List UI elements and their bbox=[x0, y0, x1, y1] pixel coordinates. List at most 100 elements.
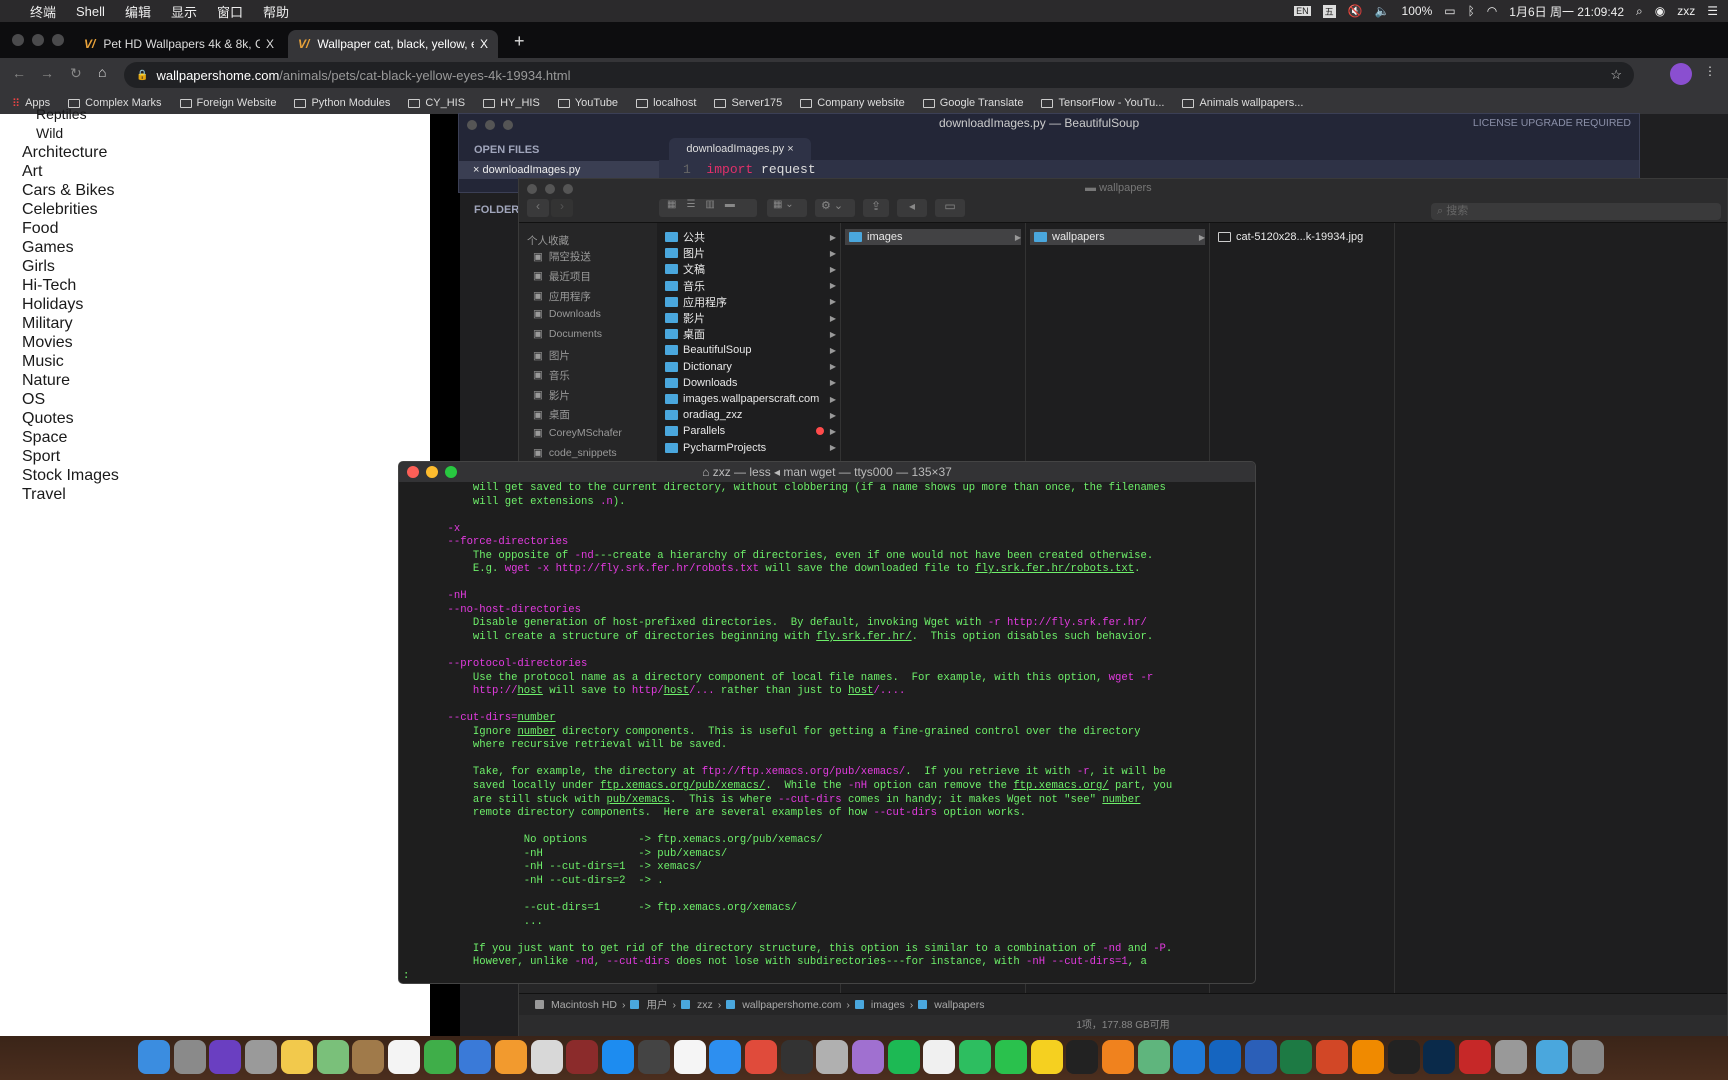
bookmark-item[interactable]: Google Translate bbox=[922, 97, 1023, 109]
sidebar-item[interactable]: ▣ 影片 bbox=[533, 388, 570, 403]
siri-icon[interactable]: ◉ bbox=[1655, 4, 1665, 18]
bookmark-item[interactable]: localhost bbox=[636, 97, 696, 109]
category-link[interactable]: Hi-Tech bbox=[22, 277, 76, 295]
bookmark-item[interactable]: TensorFlow - YouTu... bbox=[1041, 97, 1164, 109]
clock[interactable]: 1月6日 周一 21:09:42 bbox=[1509, 3, 1624, 20]
vlc-icon[interactable] bbox=[1351, 1040, 1384, 1074]
finder-item[interactable]: images.wallpaperscraft.com ▶ bbox=[661, 391, 836, 407]
finder-item[interactable]: cat-5120x28...k-19934.jpg bbox=[1214, 229, 1390, 245]
category-link[interactable]: Quotes bbox=[22, 410, 74, 428]
finder-item[interactable]: Parallels ▶ bbox=[661, 423, 836, 439]
forward-button[interactable]: › bbox=[551, 199, 573, 217]
tab-cat-wallpaper[interactable]: V/ Wallpaper cat, black, yellow, eyes X bbox=[288, 30, 498, 58]
pages-icon[interactable] bbox=[495, 1040, 527, 1074]
zoom-window-button[interactable] bbox=[52, 34, 64, 46]
new-folder-button[interactable]: ▭ bbox=[935, 199, 965, 217]
finder-item[interactable]: Dictionary ▶ bbox=[661, 359, 836, 375]
bookmark-item[interactable]: Python Modules bbox=[294, 97, 390, 109]
license-notice[interactable]: LICENSE UPGRADE REQUIRED bbox=[1473, 117, 1631, 129]
finder-item[interactable]: PycharmProjects ▶ bbox=[661, 440, 836, 456]
finder-item[interactable]: 图片 ▶ bbox=[661, 245, 836, 261]
category-link[interactable]: Sport bbox=[22, 448, 60, 466]
profile-avatar[interactable] bbox=[1670, 63, 1692, 85]
reload-icon[interactable]: ↻ bbox=[70, 65, 82, 82]
bookmark-item[interactable]: HY_HIS bbox=[483, 97, 540, 109]
powerpoint-icon[interactable] bbox=[1316, 1040, 1349, 1074]
category-link[interactable]: Art bbox=[22, 163, 42, 181]
sidebar-item[interactable]: ▣ 图片 bbox=[533, 348, 570, 363]
category-link[interactable]: Music bbox=[22, 353, 64, 371]
sidebar-item[interactable]: ▣ Downloads bbox=[533, 308, 601, 320]
keynote-icon[interactable] bbox=[459, 1040, 492, 1074]
finder-item[interactable]: oradiag_zxz ▶ bbox=[661, 407, 836, 423]
share-button[interactable]: ⇪ bbox=[863, 199, 889, 217]
volume-icon[interactable]: 🔈 bbox=[1375, 4, 1390, 18]
tab-pet-wallpapers[interactable]: V/ Pet HD Wallpapers 4k & 8k, Cute X bbox=[74, 30, 284, 58]
close-tab-icon[interactable]: X bbox=[480, 37, 488, 51]
category-link[interactable]: Architecture bbox=[22, 144, 107, 162]
word-icon[interactable] bbox=[1244, 1040, 1277, 1074]
excel-icon[interactable] bbox=[1280, 1040, 1313, 1074]
minimize-window-button[interactable] bbox=[485, 120, 495, 130]
category-link[interactable]: Cars & Bikes bbox=[22, 182, 114, 200]
action-gear-button[interactable]: ⚙ ⌄ bbox=[815, 199, 855, 217]
qq-music-icon[interactable] bbox=[1030, 1040, 1063, 1074]
menu-window[interactable]: 窗口 bbox=[217, 2, 243, 21]
close-window-button[interactable] bbox=[467, 120, 477, 130]
sidebar-item[interactable]: ▣ 最近项目 bbox=[533, 269, 591, 284]
vscode-icon[interactable] bbox=[1173, 1040, 1206, 1074]
menu-edit[interactable]: 编辑 bbox=[125, 2, 151, 21]
finder-search-input[interactable]: ⌕ 搜索 bbox=[1431, 203, 1721, 220]
parallels-icon[interactable] bbox=[1458, 1040, 1491, 1074]
qq-icon[interactable] bbox=[1066, 1040, 1099, 1074]
itunes-icon[interactable] bbox=[673, 1040, 706, 1074]
maps-icon[interactable] bbox=[316, 1040, 349, 1074]
sidebar-item[interactable]: ▣ CoreyMSchafer bbox=[533, 427, 622, 439]
finder-item[interactable]: 影片 ▶ bbox=[661, 310, 836, 326]
minimize-window-button[interactable] bbox=[32, 34, 44, 46]
category-link[interactable]: Military bbox=[22, 315, 73, 333]
path-item[interactable]: 用户 bbox=[646, 997, 667, 1012]
chrome-icon[interactable] bbox=[744, 1040, 777, 1074]
menu-view[interactable]: 显示 bbox=[171, 2, 197, 21]
category-link[interactable]: Holidays bbox=[22, 296, 83, 314]
category-link[interactable]: Food bbox=[22, 220, 58, 238]
launchpad-icon[interactable] bbox=[245, 1040, 278, 1074]
finder-item[interactable]: Downloads ▶ bbox=[661, 375, 836, 391]
final-cut-icon[interactable] bbox=[780, 1040, 813, 1074]
evernote-icon[interactable] bbox=[959, 1040, 992, 1074]
bookmark-item[interactable]: Animals wallpapers... bbox=[1182, 97, 1303, 109]
app-store-icon[interactable] bbox=[602, 1040, 635, 1074]
path-item[interactable]: Macintosh HD bbox=[551, 999, 617, 1011]
finder-item[interactable]: 应用程序 ▶ bbox=[661, 294, 836, 310]
bookmark-item[interactable]: CY_HIS bbox=[408, 97, 465, 109]
notification-center-icon[interactable]: ☰ bbox=[1707, 4, 1718, 18]
terminal-window[interactable]: ⌂ zxz — less ◂ man wget — ttys000 — 135×… bbox=[398, 461, 1256, 984]
category-link[interactable]: Space bbox=[22, 429, 67, 447]
bookmark-item[interactable]: YouTube bbox=[557, 97, 618, 109]
view-mode-buttons[interactable]: ▦☰▥▬ bbox=[659, 199, 757, 217]
input-source-en[interactable]: EN bbox=[1294, 6, 1311, 16]
minimize-window-button[interactable] bbox=[426, 466, 438, 478]
bookmark-item[interactable]: Foreign Website bbox=[179, 97, 276, 109]
wifi-icon[interactable]: ◠ bbox=[1487, 4, 1497, 18]
category-link[interactable]: Reptiles bbox=[36, 106, 87, 122]
spotlight-icon[interactable]: ⌕ bbox=[1636, 4, 1643, 19]
battery-percent[interactable]: 100% bbox=[1402, 4, 1433, 18]
finder-item[interactable]: wallpapers ▶ bbox=[1030, 229, 1205, 245]
bookmark-item[interactable]: Company website bbox=[800, 97, 905, 109]
chrome-menu-icon[interactable]: ⋮ bbox=[1704, 64, 1716, 78]
sidebar-item[interactable]: ▣ code_snippets bbox=[533, 447, 617, 459]
numbers-icon[interactable] bbox=[423, 1040, 456, 1074]
category-link[interactable]: Nature bbox=[22, 372, 70, 390]
finder-item[interactable]: 文稿 ▶ bbox=[661, 261, 836, 277]
bookmark-item[interactable]: Server175 bbox=[714, 97, 782, 109]
screenshot-icon[interactable] bbox=[530, 1040, 563, 1074]
home-icon[interactable]: ⌂ bbox=[98, 64, 106, 80]
forward-icon[interactable]: → bbox=[40, 65, 54, 81]
outlook-icon[interactable] bbox=[1209, 1040, 1241, 1074]
photos-icon[interactable] bbox=[280, 1040, 313, 1074]
user-name[interactable]: zxz bbox=[1677, 4, 1695, 18]
minimize-window-button[interactable] bbox=[545, 184, 555, 194]
input-source-wubi[interactable]: 五 bbox=[1322, 4, 1336, 18]
